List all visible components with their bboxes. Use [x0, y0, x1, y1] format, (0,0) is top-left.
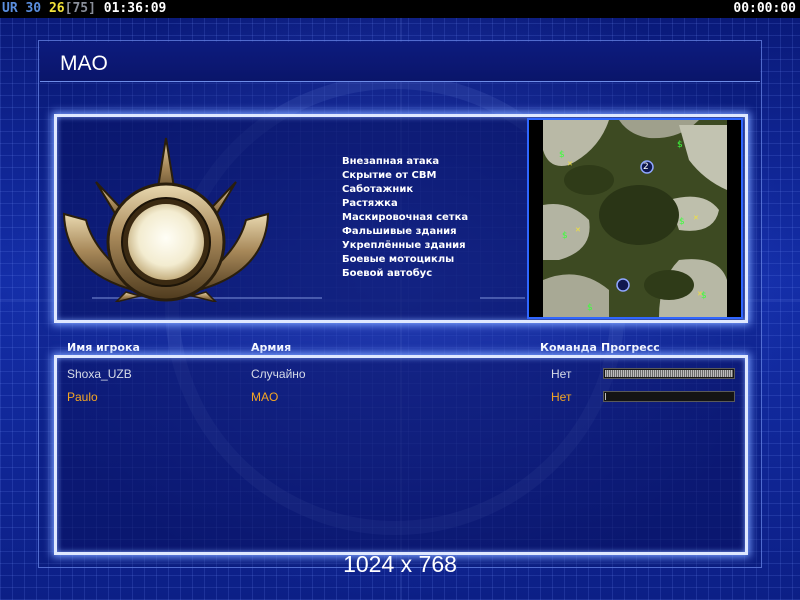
- minimap-terrain: $ $ $ $ $ $ ✕ ✕ ✕ ✕: [529, 120, 741, 317]
- svg-text:✕: ✕: [697, 290, 703, 298]
- resolution-label: 1024 x 768: [343, 551, 457, 577]
- progress-fill: [605, 393, 606, 400]
- ability-item: Боевые мотоциклы: [342, 254, 455, 265]
- svg-text:$: $: [587, 303, 593, 313]
- header-progress: Прогресс: [601, 341, 660, 354]
- ability-item: Внезапная атака: [342, 156, 440, 167]
- army-abilities-list: Внезапная атака Скрытие от СВМ Саботажни…: [342, 155, 468, 281]
- page-title: MAO: [60, 52, 108, 75]
- ability-item: Скрытие от СВМ: [342, 170, 437, 181]
- player-progress-bar: [603, 391, 735, 402]
- player-army: Случайно: [251, 367, 306, 381]
- svg-text:$: $: [559, 150, 565, 160]
- mao-faction-emblem-icon: [62, 137, 270, 302]
- status-bar: UR 30 26[75] 01:36:09 00:00:00: [0, 0, 800, 18]
- player-team: Нет: [551, 367, 572, 381]
- ability-item: Маскировочная сетка: [342, 212, 469, 223]
- header-army: Армия: [251, 341, 292, 354]
- status-left: UR 30 26[75] 01:36:09: [2, 0, 166, 18]
- ability-item: Растяжка: [342, 198, 398, 209]
- ur-value: 30: [25, 1, 42, 16]
- ur-label: UR: [2, 1, 18, 16]
- player-progress-bar: [603, 368, 735, 379]
- svg-text:$: $: [677, 140, 683, 150]
- svg-text:✕: ✕: [693, 214, 699, 222]
- header-team: Команда: [540, 341, 597, 354]
- countdown-timer: 00:00:00: [733, 1, 796, 16]
- svg-text:$: $: [562, 231, 568, 241]
- minimap[interactable]: $ $ $ $ $ $ ✕ ✕ ✕ ✕ 2: [527, 118, 743, 319]
- elapsed-time: 01:36:09: [103, 1, 167, 16]
- fps-value: 26: [48, 1, 65, 16]
- bracket-value: [75]: [64, 1, 96, 16]
- player-army: MAO: [251, 390, 279, 404]
- ability-item: Укреплённые здания: [342, 240, 466, 251]
- ability-item: Саботажник: [342, 184, 414, 195]
- player-name: Shoxa_UZB: [67, 367, 132, 381]
- player-name: Paulo: [67, 390, 98, 404]
- svg-text:✕: ✕: [575, 226, 581, 234]
- decorative-line-right: [480, 297, 525, 299]
- ability-item: Фальшивые здания: [342, 226, 457, 237]
- player-team: Нет: [551, 390, 572, 404]
- minimap-start-position-label: 2: [643, 162, 649, 172]
- title-bar: MAO: [40, 42, 760, 82]
- progress-fill: [605, 370, 733, 377]
- players-panel: [54, 355, 748, 555]
- header-player-name: Имя игрока: [67, 341, 140, 354]
- svg-text:$: $: [679, 217, 685, 227]
- svg-text:✕: ✕: [567, 160, 573, 168]
- ability-item: Боевой автобус: [342, 268, 433, 279]
